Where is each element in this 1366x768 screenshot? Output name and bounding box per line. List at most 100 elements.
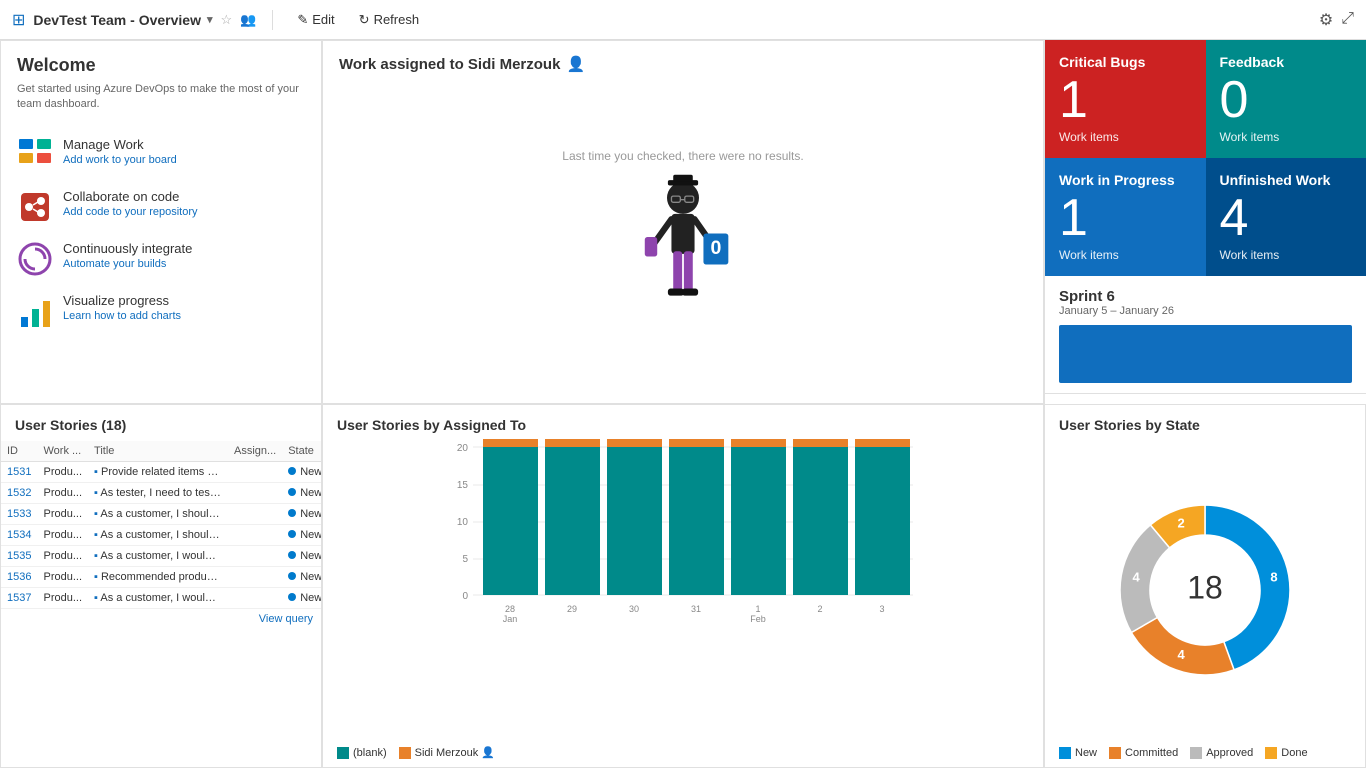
chart-legend: (blank) Sidi Merzouk 👤 [323,742,1043,767]
col-header-3: Assign... [228,441,282,462]
refresh-label: Refresh [374,12,420,27]
people-icon[interactable]: 👥 [240,12,256,28]
svg-text:0: 0 [710,237,721,259]
svg-text:Jan: Jan [503,614,518,624]
svg-text:31: 31 [691,604,701,614]
stats-grid: Critical Bugs 1 Work items Feedback 0 Wo… [1045,40,1366,276]
chart-state-panel: User Stories by State 8442 18 New Commit… [1044,404,1366,768]
welcome-title: Welcome [1,41,321,82]
work-assigned-body: Last time you checked, there were no res… [323,81,1043,393]
cell-state: New [282,567,321,588]
svg-text:4: 4 [1177,647,1185,662]
table-row[interactable]: 1535 Produ... ▪ As a customer, I would l… [1,546,321,567]
col-header-4: State [282,441,321,462]
work-assigned-header: Work assigned to Sidi Merzouk 👤 [323,41,1043,81]
stat-tile-feedback[interactable]: Feedback 0 Work items [1206,40,1366,158]
no-results-text: Last time you checked, there were no res… [562,149,803,163]
svg-text:15: 15 [457,480,469,491]
cell-assign [228,567,282,588]
table-row[interactable]: 1531 Produ... ▪ Provide related items or… [1,462,321,483]
state-legend-new: New [1059,747,1097,759]
cell-title: ▪ Recommended products... [88,567,228,588]
cell-work: Produ... [37,462,88,483]
cell-state: New [282,525,321,546]
svg-text:2: 2 [1177,516,1184,531]
table-row[interactable]: 1537 Produ... ▪ As a customer, I would l… [1,588,321,609]
chart-state-title: User Stories by State [1045,405,1365,437]
stat-tile-unfinished-work[interactable]: Unfinished Work 4 Work items [1206,158,1366,276]
chart-assigned-panel: User Stories by Assigned To 20 15 10 5 0 [322,404,1044,768]
welcome-item-2: Continuously integrate Automate your bui… [9,233,313,285]
svg-text:1: 1 [755,604,760,614]
header-title: DevTest Team - Overview ▾ [33,12,212,28]
svg-text:0: 0 [462,591,468,602]
welcome-item-title-3: Visualize progress [63,293,181,308]
welcome-item-link-1[interactable]: Add code to your repository [63,206,198,218]
stat-tile-critical-bugs[interactable]: Critical Bugs 1 Work items [1045,40,1206,158]
svg-text:3: 3 [879,604,884,614]
star-icon[interactable]: ☆ [221,12,233,28]
cell-work: Produ... [37,525,88,546]
welcome-item-link-2[interactable]: Automate your builds [63,258,192,270]
stat-number-0: 1 [1059,74,1192,126]
team-name-text: DevTest Team - Overview [33,12,201,28]
pencil-icon: ✎ [297,12,308,28]
col-header-0: ID [1,441,37,462]
svg-text:10: 10 [457,517,469,528]
welcome-item-icon-3 [17,293,53,329]
dashboard: Welcome Get started using Azure DevOps t… [0,40,1366,768]
state-legend-approved: Approved [1190,747,1253,759]
edit-label: Edit [312,12,334,27]
welcome-item-link-0[interactable]: Add work to your board [63,154,177,166]
legend-blank: (blank) [337,746,387,759]
welcome-item-link-3[interactable]: Learn how to add charts [63,310,181,322]
stat-title-0: Critical Bugs [1059,54,1192,70]
legend-blank-dot [337,747,349,759]
header-right-actions: ⚙ ⤢ [1319,10,1354,30]
table-row[interactable]: 1533 Produ... ▪ As a customer, I should … [1,504,321,525]
svg-text:8: 8 [1270,569,1277,584]
state-legend-done: Done [1265,747,1307,759]
cell-assign [228,588,282,609]
svg-text:2: 2 [817,604,822,614]
donut-chart-svg: 8442 18 [1095,480,1315,700]
cell-state: New [282,588,321,609]
welcome-item-1: Collaborate on code Add code to your rep… [9,181,313,233]
welcome-description: Get started using Azure DevOps to make t… [1,82,321,125]
state-dot-committed [1109,747,1121,759]
stat-number-1: 0 [1220,74,1353,126]
sprint-panel: Sprint 6 January 5 – January 26 [1045,276,1366,394]
state-dot-approved [1190,747,1202,759]
view-query-link[interactable]: View query [1,609,321,629]
chevron-icon[interactable]: ▾ [207,13,213,26]
cell-state: New [282,483,321,504]
stat-tile-work-in-progress[interactable]: Work in Progress 1 Work items [1045,158,1206,276]
bar-chart-svg: 20 15 10 5 0 [337,437,1029,627]
table-row[interactable]: 1532 Produ... ▪ As tester, I need to tes… [1,483,321,504]
cell-id: 1531 [1,462,37,483]
edit-button[interactable]: ✎ Edit [289,8,342,32]
right-side: Critical Bugs 1 Work items Feedback 0 Wo… [1044,40,1366,404]
table-body: 1531 Produ... ▪ Provide related items or… [1,462,321,609]
table-row[interactable]: 1534 Produ... ▪ As a customer, I should … [1,525,321,546]
cell-work: Produ... [37,504,88,525]
state-dot-done [1265,747,1277,759]
cell-id: 1535 [1,546,37,567]
expand-icon[interactable]: ⤢ [1341,10,1354,30]
table-row[interactable]: 1536 Produ... ▪ Recommended products... … [1,567,321,588]
legend-sidi-dot [399,747,411,759]
stat-title-2: Work in Progress [1059,172,1192,188]
refresh-button[interactable]: ↻ Refresh [351,8,427,32]
stat-label-3: Work items [1220,248,1353,262]
state-legend-committed: Committed [1109,747,1178,759]
grid-icon: ⊞ [12,10,25,30]
user-stories-table: IDWork ...TitleAssign...State 1531 Produ… [1,441,321,609]
cell-state: New [282,462,321,483]
cell-state: New [282,504,321,525]
stat-label-0: Work items [1059,130,1192,144]
chart-assigned-title: User Stories by Assigned To [323,405,1043,437]
sprint-dates: January 5 – January 26 [1059,305,1352,317]
settings-icon[interactable]: ⚙ [1319,10,1333,30]
welcome-item-0: Manage Work Add work to your board [9,129,313,181]
sprint-title: Sprint 6 [1059,288,1352,305]
